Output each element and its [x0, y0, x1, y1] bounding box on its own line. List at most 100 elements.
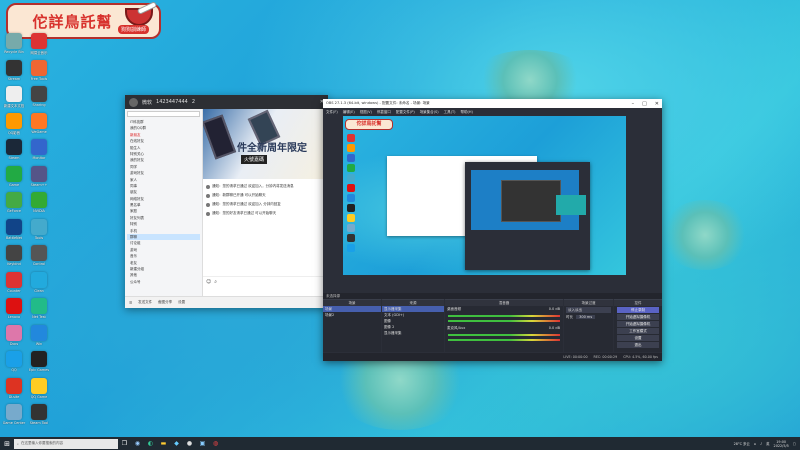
desktop-icon[interactable]: 新建文本文档: [0, 86, 28, 108]
desktop-icon[interactable]: Game Center: [0, 404, 28, 425]
qq-menu-icon[interactable]: ☰: [129, 301, 132, 305]
notification-icon[interactable]: ▢: [793, 442, 796, 446]
desktop-icon[interactable]: Monitor: [25, 139, 53, 160]
list-item[interactable]: 通知：新群聊已开通 可以开始聊天: [206, 191, 325, 200]
qq-window[interactable]: 微软 1423447444 2 ✕ IT科技群 我的QQ群 新朋友 在线好友 陌生人 特别…: [125, 95, 328, 308]
ime-indicator[interactable]: 英: [766, 441, 769, 446]
taskbar-search[interactable]: ⌕ 在这里输入你要搜索的内容: [14, 438, 118, 449]
control-button[interactable]: 开始虚拟摄像机: [617, 314, 659, 320]
task-view-icon[interactable]: ❐: [118, 437, 131, 450]
menu-item[interactable]: 视图(V): [360, 110, 372, 115]
desktop-icon[interactable]: Epic Games: [25, 351, 53, 372]
store-icon[interactable]: ▣: [196, 437, 209, 450]
desktop-icon[interactable]: Free Tools: [25, 59, 53, 81]
desktop-icon[interactable]: WeGame: [25, 112, 53, 134]
desktop-icon[interactable]: Counter: [0, 271, 28, 293]
desktop-icon[interactable]: QQ: [0, 351, 28, 372]
list-item[interactable]: 通知：您的请求已通过 欢迎加入 分钟内回复: [206, 200, 325, 209]
emoji-icon[interactable]: ☺: [206, 279, 211, 285]
desktop-icon[interactable]: Steam Tool: [25, 404, 53, 425]
obs-menubar: 文件(F) 编辑(E) 视图(V) 停靠窗口 配置文件(P) 场景集合(S) 工具(T) 帮助…: [323, 108, 662, 116]
control-button[interactable]: 停止录制: [617, 307, 659, 313]
desktop-icon-label: Clean: [34, 288, 44, 293]
desktop-icon-label: NVIDIA: [33, 209, 45, 213]
taskbar: ⊞ ⌕ 在这里输入你要搜索的内容 ❐ ◉ ◐ ▬ ◆ ● ▣ ◍ 28°C 多云…: [0, 437, 800, 450]
control-button[interactable]: 工作室模式: [617, 328, 659, 334]
desktop-icon-label: Sharing: [32, 103, 46, 107]
close-icon[interactable]: ✕: [655, 101, 659, 107]
menu-item[interactable]: 配置文件(P): [396, 110, 415, 115]
menu-item[interactable]: 停靠窗口: [377, 110, 391, 115]
control-button[interactable]: 退出: [617, 342, 659, 348]
steam-icon[interactable]: ◉: [131, 437, 144, 450]
desktop-icon[interactable]: Game: [0, 165, 28, 187]
search-input[interactable]: [127, 111, 200, 117]
source-item[interactable]: 显示器采集: [382, 330, 444, 336]
list-item[interactable]: 通知：您的请求已通过 欢迎加入，分钟内将发送消息: [206, 182, 325, 191]
transition-select[interactable]: 淡入淡出: [566, 307, 611, 313]
chat-input-toolbar[interactable]: ☺ ⌕: [203, 276, 328, 286]
obs-title: OBS 27.1.3 (64-bit, windows) - 配置文件: 未命名…: [326, 101, 430, 105]
menu-item[interactable]: 文件(F): [326, 110, 338, 115]
search-icon[interactable]: ⌕: [214, 279, 217, 285]
desktop-icon[interactable]: Net Test: [25, 298, 53, 319]
desktop-icon[interactable]: Docs: [0, 324, 28, 346]
footer-send-file[interactable]: 发送文件: [138, 300, 152, 305]
volume-icon[interactable]: ♪: [760, 442, 762, 446]
desktop-icon[interactable]: QQ影音: [0, 112, 28, 135]
footer-screenshot[interactable]: 截图分享: [158, 300, 172, 305]
desktop-icon[interactable]: NVIDIA: [25, 192, 53, 213]
obs-taskbar-icon[interactable]: ●: [183, 437, 196, 450]
list-item[interactable]: 通知：您的好友请求已通过 可以开始聊天: [206, 209, 325, 218]
edge-icon[interactable]: ◐: [144, 437, 157, 450]
chrome-icon[interactable]: ◍: [209, 437, 222, 450]
obs-titlebar[interactable]: OBS 27.1.3 (64-bit, windows) - 配置文件: 未命名…: [323, 99, 662, 108]
desktop-icon[interactable]: GeForce: [0, 192, 28, 213]
desktop-icon[interactable]: Control: [25, 245, 53, 266]
qq-titlebar[interactable]: 微软 1423447444 2 ✕: [125, 95, 328, 109]
audio-meter: [448, 334, 560, 336]
desktop-icon[interactable]: Steam: [0, 139, 28, 160]
obs-window[interactable]: OBS 27.1.3 (64-bit, windows) - 配置文件: 未命名…: [323, 99, 662, 361]
desktop-icon[interactable]: Recycle Bin: [0, 33, 28, 54]
desktop-icon[interactable]: Stream: [0, 59, 28, 81]
desktop-icon[interactable]: QQ Game: [25, 377, 53, 399]
maximize-icon[interactable]: □: [642, 101, 647, 107]
message-text: 通知：您的请求已通过 欢迎加入 分钟内回复: [212, 202, 281, 206]
control-button[interactable]: 开始虚拟摄像机: [617, 321, 659, 327]
obs-preview[interactable]: 佗詳鳥託幫: [343, 116, 626, 275]
desktop-icon[interactable]: 网易云音乐: [25, 33, 53, 55]
app-icon: [6, 59, 22, 76]
control-button[interactable]: 设置: [617, 335, 659, 341]
desktop-icon[interactable]: Keybind: [0, 245, 28, 266]
qq-advertisement[interactable]: 件全新周年限定 火號嘉碼: [203, 109, 328, 179]
weather[interactable]: 28°C 多云: [734, 441, 750, 446]
network-icon[interactable]: ⌂: [754, 442, 756, 446]
app-icon: [31, 165, 47, 182]
desktop-icon[interactable]: BattleNet: [0, 218, 28, 240]
contact-group[interactable]: 公众号: [127, 279, 200, 285]
desktop-icon[interactable]: Tools: [25, 218, 53, 240]
menu-item[interactable]: 工具(T): [444, 110, 456, 115]
minimize-icon[interactable]: –: [632, 101, 635, 107]
desktop-icon[interactable]: Steam++: [25, 165, 53, 187]
avatar[interactable]: [129, 97, 138, 107]
menu-item[interactable]: 帮助(H): [461, 110, 473, 115]
explorer-icon[interactable]: ▬: [157, 437, 170, 450]
menu-item[interactable]: 编辑(E): [343, 110, 355, 115]
desktop-icon[interactable]: DLsite: [0, 377, 28, 399]
windows-start-icon[interactable]: ⊞: [0, 437, 14, 450]
scenes-dock: 场景 场景 场景2: [323, 299, 381, 352]
volume-slider[interactable]: [448, 320, 560, 322]
qq-taskbar-icon[interactable]: ◆: [170, 437, 183, 450]
desktop-icon[interactable]: Sharing: [25, 86, 53, 107]
footer-settings[interactable]: 设置: [178, 300, 185, 305]
desktop-icon[interactable]: Clean: [25, 271, 53, 293]
volume-slider[interactable]: [448, 339, 560, 341]
desktop-icon[interactable]: Lenovo: [0, 298, 28, 319]
menu-item[interactable]: 场景集合(S): [420, 110, 439, 115]
scene-item[interactable]: 场景2: [323, 312, 381, 318]
desktop-icon[interactable]: Win: [25, 324, 53, 346]
clock[interactable]: 19:00 2022/5/5: [774, 440, 789, 448]
duration-field[interactable]: 300 ms: [576, 315, 596, 319]
